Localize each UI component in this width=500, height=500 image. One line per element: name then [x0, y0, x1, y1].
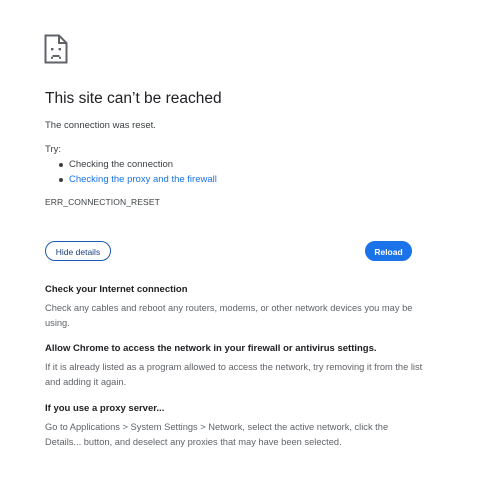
detail-heading: Allow Chrome to access the network in yo…	[45, 343, 377, 354]
detail-internet-connection: Check your Internet connection Check any…	[45, 283, 425, 331]
page-title: This site can’t be reached	[45, 90, 222, 107]
detail-heading: If you use a proxy server...	[45, 403, 165, 414]
suggestion-list: Checking the connection Checking the pro…	[45, 157, 217, 187]
detail-body: If it is already listed as a program all…	[45, 362, 423, 387]
detail-body: Check any cables and reboot any routers,…	[45, 303, 413, 328]
error-page: This site can’t be reached The connectio…	[0, 0, 500, 500]
sad-page-icon	[44, 34, 68, 64]
reload-button[interactable]: Reload	[365, 241, 412, 261]
details-section: Check your Internet connection Check any…	[45, 283, 425, 462]
proxy-firewall-link[interactable]: Checking the proxy and the firewall	[69, 174, 217, 185]
hide-details-button[interactable]: Hide details	[45, 241, 111, 261]
detail-proxy-server: If you use a proxy server... Go to Appli…	[45, 402, 425, 450]
error-description: The connection was reset.	[45, 120, 156, 131]
try-label: Try:	[45, 144, 62, 155]
error-code: ERR_CONNECTION_RESET	[45, 197, 160, 207]
suggestion-check-connection: Checking the connection	[45, 157, 217, 172]
suggestion-label: Checking the connection	[69, 159, 174, 170]
detail-firewall-antivirus: Allow Chrome to access the network in yo…	[45, 342, 425, 390]
detail-heading: Check your Internet connection	[45, 284, 188, 295]
suggestion-check-proxy-firewall: Checking the proxy and the firewall	[45, 172, 217, 187]
detail-body: Go to Applications > System Settings > N…	[45, 422, 389, 447]
